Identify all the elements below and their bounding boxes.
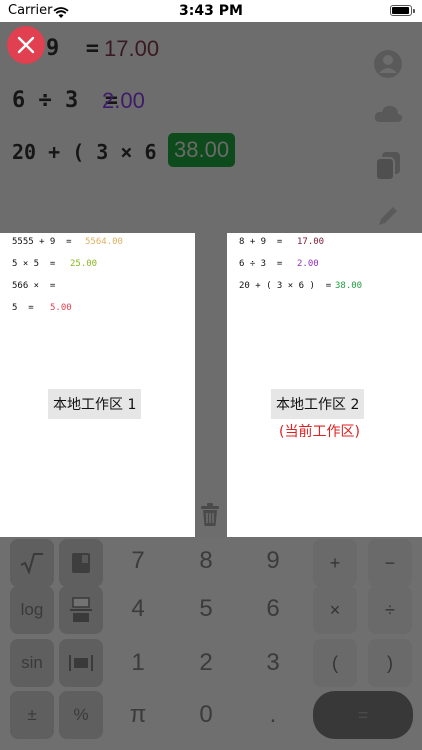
person-icon[interactable]	[372, 48, 404, 80]
key-4[interactable]: 4	[116, 585, 160, 633]
key-2[interactable]: 2	[184, 639, 228, 687]
fraction-icon	[70, 597, 92, 622]
clock: 3:43 PM	[179, 3, 243, 19]
workspace-2-line-1: 8 + 9 =	[239, 237, 283, 247]
log-key[interactable]: log	[10, 586, 54, 634]
plus-key[interactable]: +	[313, 539, 357, 587]
key-5[interactable]: 5	[184, 585, 228, 633]
divide-key[interactable]: ÷	[368, 586, 412, 634]
plus-minus-key[interactable]: ±	[10, 691, 54, 739]
trash-icon[interactable]	[199, 503, 221, 531]
workspace-card-2[interactable]: 8 + 9 = 17.00 6 ÷ 3 = 2.00 20 + ( 3 × 6 …	[227, 233, 422, 537]
workspace-1-value-2: 25.00	[70, 259, 98, 269]
workspace-2-value-3: 38.00	[335, 281, 363, 291]
workspace-1-line-2: 5 × 5 =	[12, 259, 56, 269]
workspace-1-value-4: 5.00	[50, 303, 72, 313]
workspace-1-line-1: 5555 + 9 =	[12, 237, 72, 247]
workspace-1-label: 本地工作区 1	[48, 389, 142, 419]
key-6[interactable]: 6	[251, 585, 295, 633]
key-0[interactable]: 0	[184, 691, 228, 739]
key-8[interactable]: 8	[184, 537, 228, 585]
copy-icon[interactable]	[372, 150, 404, 182]
pi-key[interactable]: π	[116, 691, 160, 739]
fraction-key[interactable]	[59, 586, 103, 634]
page-icon	[72, 553, 90, 573]
key-7[interactable]: 7	[116, 537, 160, 585]
workspace-2-value-2: 2.00	[297, 259, 319, 269]
result-line-2: 2.00	[102, 88, 145, 113]
workspace-2-line-2: 6 ÷ 3 =	[239, 259, 283, 269]
expression-line-1: 9 =	[46, 36, 99, 61]
key-9[interactable]: 9	[251, 537, 295, 585]
multiply-key[interactable]: ×	[313, 586, 357, 634]
current-workspace-tag: (当前工作区)	[279, 424, 360, 440]
cloud-icon[interactable]	[372, 98, 404, 130]
sin-key[interactable]: sin	[10, 639, 54, 687]
status-bar: Carrier 3:43 PM	[0, 0, 422, 22]
result-line-1: 17.00	[104, 36, 160, 61]
pen-icon[interactable]	[372, 200, 404, 232]
percent-key[interactable]: %	[59, 691, 103, 739]
key-3[interactable]: 3	[251, 639, 295, 687]
sqrt-icon	[20, 553, 43, 574]
workspace-2-value-1: 17.00	[297, 237, 325, 247]
workspace-1-line-4: 5 =	[12, 303, 34, 313]
close-icon	[17, 36, 35, 54]
decimal-key[interactable]: .	[251, 691, 295, 739]
abs-key[interactable]	[59, 639, 103, 687]
workspace-2-label: 本地工作区 2	[271, 389, 365, 419]
battery-icon	[390, 5, 415, 16]
equals-key[interactable]: =	[313, 691, 413, 739]
abs-icon	[69, 655, 93, 671]
workspace-2-line-3: 20 + ( 3 × 6 ) =	[239, 281, 332, 291]
close-button[interactable]	[7, 26, 45, 64]
workspace-card-1[interactable]: 5555 + 9 = 5564.00 5 × 5 = 25.00 566 × =…	[0, 233, 195, 537]
backspace-key[interactable]	[59, 539, 103, 587]
close-paren-key[interactable]: )	[368, 639, 412, 687]
minus-key[interactable]: −	[368, 539, 412, 587]
workspace-1-value-1: 5564.00	[85, 237, 123, 247]
workspace-1-line-3: 566 × =	[12, 281, 56, 291]
key-1[interactable]: 1	[116, 639, 160, 687]
open-paren-key[interactable]: (	[313, 639, 357, 687]
keypad: 7 8 9 + − log 4 5 6 × ÷ sin 1 2 3 ( ) ± …	[0, 537, 422, 750]
sqrt-key[interactable]	[10, 539, 54, 587]
result-line-3: 38.00	[168, 133, 236, 167]
